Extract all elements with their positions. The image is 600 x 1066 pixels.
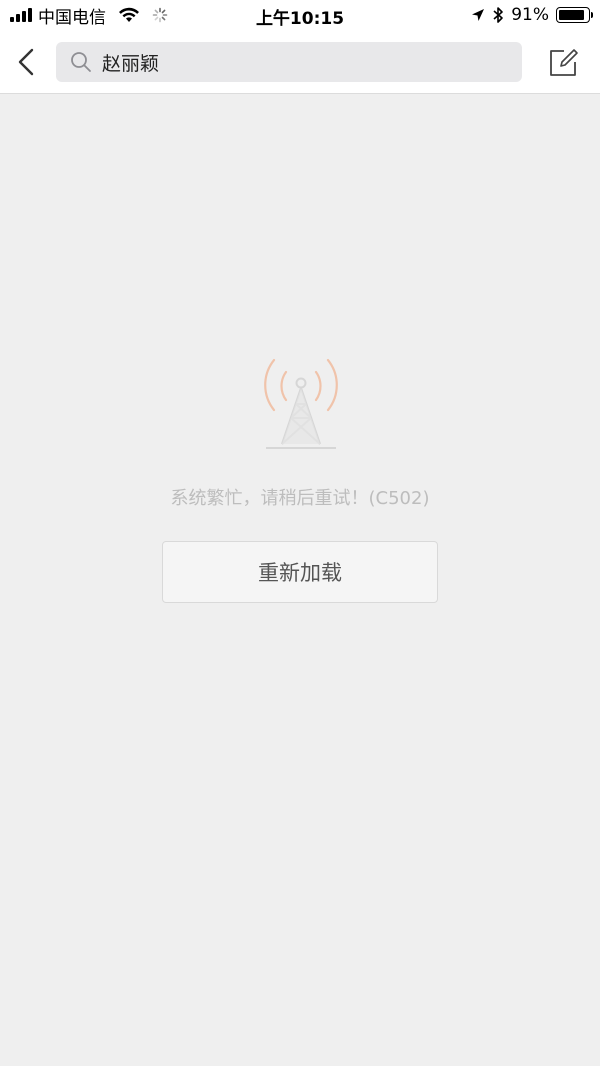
location-arrow-icon [471,8,485,22]
error-message: 系统繁忙，请稍后重试！(C502) [170,488,430,509]
signal-tower-icon [264,358,338,449]
compose-icon [550,49,578,76]
status-right: 91% [471,4,593,26]
search-icon [70,51,92,73]
chevron-left-icon [18,48,34,76]
bluetooth-icon [492,6,504,24]
battery-fill [559,10,584,20]
reload-button[interactable]: 重新加载 [162,541,438,603]
battery-icon [556,7,593,23]
nav-bar: 赵丽颖 [0,30,600,94]
search-input[interactable]: 赵丽颖 [56,42,522,82]
compose-button[interactable] [546,46,580,80]
status-bar: 中国电信 上午10:15 91% [0,0,600,30]
back-button[interactable] [8,44,44,80]
search-query: 赵丽颖 [102,52,160,75]
battery-percent: 91% [511,5,549,25]
